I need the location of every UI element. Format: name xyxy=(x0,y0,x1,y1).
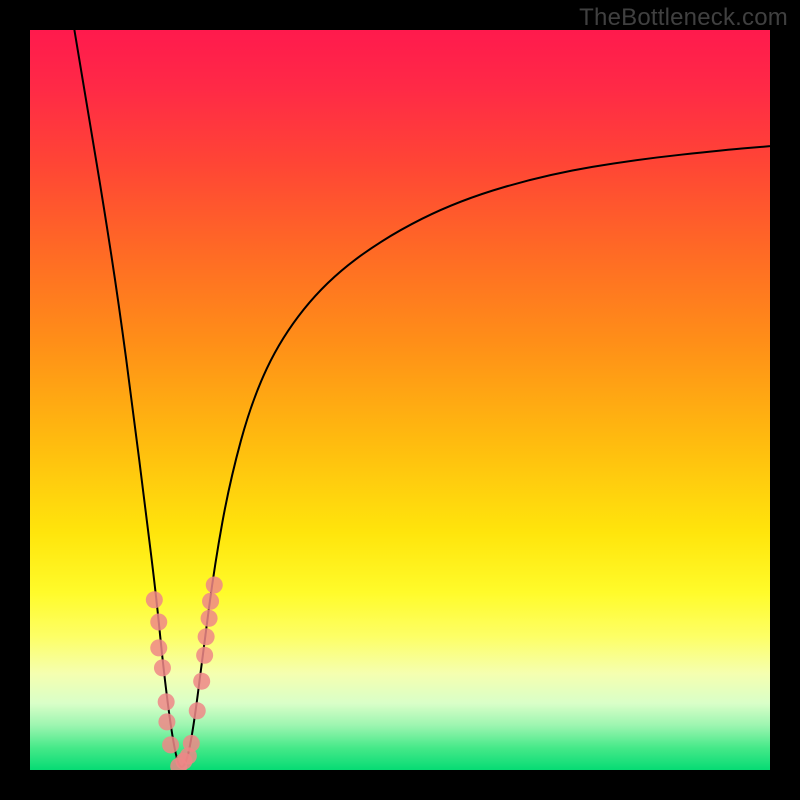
marker-dot xyxy=(193,673,210,690)
marker-dot xyxy=(158,693,175,710)
marker-dot xyxy=(201,610,218,627)
marker-dot xyxy=(198,628,215,645)
curve-layer xyxy=(30,30,770,770)
marker-dot xyxy=(154,659,171,676)
marker-dot xyxy=(150,639,167,656)
marker-dot xyxy=(146,591,163,608)
chart-frame: TheBottleneck.com xyxy=(0,0,800,800)
marker-dot xyxy=(206,576,223,593)
watermark-text: TheBottleneck.com xyxy=(579,4,788,32)
marker-dot xyxy=(162,736,179,753)
marker-dot xyxy=(189,702,206,719)
marker-dot xyxy=(158,713,175,730)
plot-area xyxy=(30,30,770,770)
bottleneck-curve xyxy=(74,30,770,767)
marker-dot xyxy=(150,613,167,630)
reference-points xyxy=(146,576,223,770)
marker-dot xyxy=(183,735,200,752)
marker-dot xyxy=(202,593,219,610)
marker-dot xyxy=(196,647,213,664)
